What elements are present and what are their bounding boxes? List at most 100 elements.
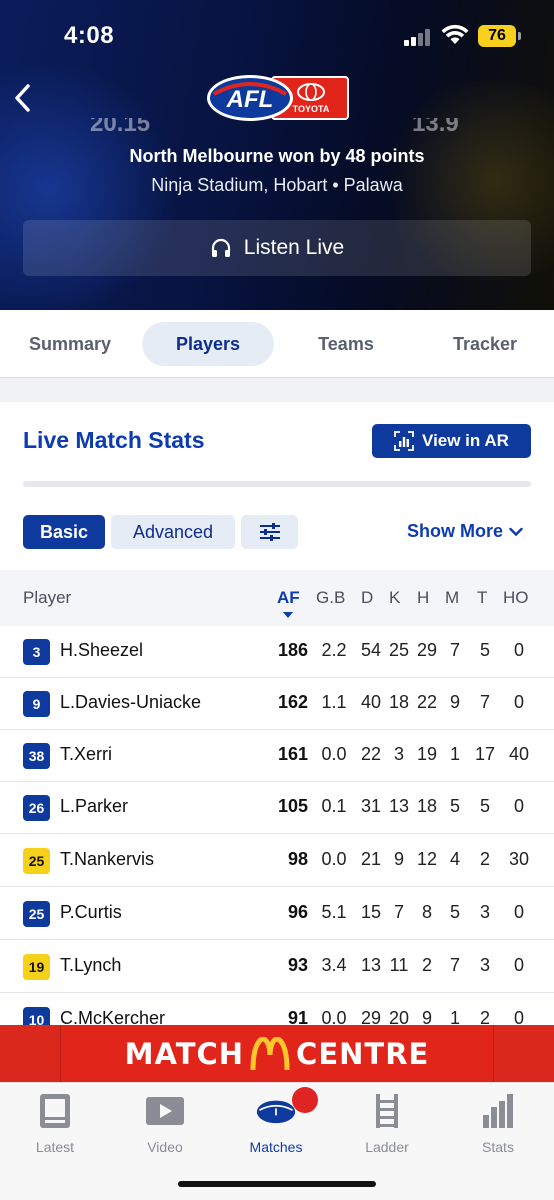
m-value: 9 bbox=[449, 692, 460, 712]
k-value: 7 bbox=[393, 902, 404, 922]
k-value: 18 bbox=[388, 692, 410, 712]
table-row[interactable]: 3 H.Sheezel 186 2.2 54 25 29 7 5 0 bbox=[0, 626, 554, 678]
af-value: 93 bbox=[287, 955, 308, 975]
battery-indicator: 76 bbox=[478, 25, 516, 47]
d-value: 54 bbox=[360, 640, 382, 660]
af-value: 105 bbox=[277, 796, 308, 816]
home-indicator[interactable] bbox=[178, 1181, 376, 1187]
player-number-badge: 26 bbox=[23, 795, 50, 821]
nav-ladder[interactable]: Ladder bbox=[332, 1091, 442, 1155]
sliders-icon bbox=[259, 523, 280, 541]
nav-video[interactable]: Video bbox=[110, 1091, 220, 1155]
m-value: 7 bbox=[449, 955, 460, 975]
basic-stats-toggle[interactable]: Basic bbox=[23, 515, 105, 549]
view-in-ar-button[interactable]: View in AR bbox=[372, 424, 531, 458]
gb-value: 0.1 bbox=[321, 796, 347, 816]
d-value: 31 bbox=[360, 796, 382, 816]
ho-value: 0 bbox=[513, 902, 524, 922]
match-centre-banner[interactable]: MATCH CENTRE bbox=[0, 1025, 554, 1082]
back-arrow-icon[interactable] bbox=[8, 80, 38, 116]
t-value: 7 bbox=[479, 692, 490, 712]
m-value: 4 bbox=[449, 849, 460, 869]
af-value: 98 bbox=[287, 849, 308, 869]
bar-chart-icon bbox=[478, 1091, 518, 1131]
h-value: 8 bbox=[421, 902, 432, 922]
afl-toyota-logo: TOYOTA AFL bbox=[207, 75, 349, 121]
k-value: 9 bbox=[393, 849, 404, 869]
banner-centre-text: CENTRE bbox=[296, 1036, 430, 1071]
live-match-stats-title: Live Match Stats bbox=[23, 427, 205, 453]
ho-value: 40 bbox=[508, 744, 530, 764]
k-value: 3 bbox=[393, 744, 404, 764]
home-score: 20.15 bbox=[90, 118, 151, 137]
section-spacer bbox=[0, 378, 554, 402]
tab-teams[interactable]: Teams bbox=[288, 322, 404, 366]
match-result: North Melbourne won by 48 points bbox=[129, 146, 425, 166]
nav-stats[interactable]: Stats bbox=[443, 1091, 553, 1155]
tab-summary[interactable]: Summary bbox=[12, 322, 128, 366]
m-value: 7 bbox=[449, 640, 460, 660]
away-score: 13.9 bbox=[412, 118, 459, 137]
player-name[interactable]: T.Nankervis bbox=[60, 849, 154, 870]
m-value: 5 bbox=[449, 796, 460, 816]
status-time: 4:08 bbox=[64, 22, 115, 49]
match-centre-screen: 4:08 76 TOYOTA AFL 20.15 13.9 North Melb… bbox=[0, 0, 554, 1200]
table-row[interactable]: 9 L.Davies-Uniacke 162 1.1 40 18 22 9 7 … bbox=[0, 678, 554, 730]
battery-tip bbox=[518, 32, 521, 40]
player-name[interactable]: L.Parker bbox=[60, 796, 128, 817]
h-value: 22 bbox=[416, 692, 438, 712]
gb-value: 2.2 bbox=[321, 640, 347, 660]
document-icon bbox=[35, 1091, 75, 1131]
col-d[interactable]: D bbox=[361, 588, 373, 608]
ladder-icon bbox=[367, 1091, 407, 1131]
table-row[interactable]: 25 T.Nankervis 98 0.0 21 9 12 4 2 30 bbox=[0, 835, 554, 887]
tab-tracker[interactable]: Tracker bbox=[426, 322, 544, 366]
col-af[interactable]: AF bbox=[277, 588, 300, 608]
tab-players[interactable]: Players bbox=[142, 322, 274, 366]
match-tabs: Summary Players Teams Tracker bbox=[0, 310, 554, 378]
advanced-stats-toggle[interactable]: Advanced bbox=[111, 515, 235, 549]
col-player[interactable]: Player bbox=[23, 588, 71, 608]
player-name[interactable]: H.Sheezel bbox=[60, 640, 143, 661]
t-value: 3 bbox=[479, 955, 490, 975]
col-k[interactable]: K bbox=[389, 588, 400, 608]
af-value: 162 bbox=[277, 692, 308, 712]
listen-live-button[interactable]: Listen Live bbox=[23, 220, 531, 276]
af-value: 186 bbox=[277, 640, 308, 660]
k-value: 25 bbox=[388, 640, 410, 660]
match-header: 4:08 76 TOYOTA AFL 20.15 13.9 North Melb… bbox=[0, 0, 554, 310]
ho-value: 0 bbox=[513, 692, 524, 712]
af-value: 161 bbox=[277, 744, 308, 764]
golden-arches-icon bbox=[250, 1036, 290, 1070]
col-ho[interactable]: HO bbox=[503, 588, 529, 608]
table-row[interactable]: 25 P.Curtis 96 5.1 15 7 8 5 3 0 bbox=[0, 888, 554, 940]
d-value: 13 bbox=[360, 955, 382, 975]
svg-text:TOYOTA: TOYOTA bbox=[293, 104, 330, 114]
player-name[interactable]: L.Davies-Uniacke bbox=[60, 692, 201, 713]
player-name[interactable]: T.Xerri bbox=[60, 744, 112, 765]
notification-dot bbox=[292, 1087, 318, 1113]
nav-latest[interactable]: Latest bbox=[0, 1091, 110, 1155]
banner-text: MATCH CENTRE bbox=[0, 1025, 554, 1082]
table-row[interactable]: 19 T.Lynch 93 3.4 13 11 2 7 3 0 bbox=[0, 941, 554, 993]
table-row[interactable]: 38 T.Xerri 161 0.0 22 3 19 1 17 40 bbox=[0, 730, 554, 782]
t-value: 2 bbox=[479, 849, 490, 869]
col-gb[interactable]: G.B bbox=[316, 588, 345, 608]
col-t[interactable]: T bbox=[477, 588, 487, 608]
col-h[interactable]: H bbox=[417, 588, 429, 608]
player-number-badge: 38 bbox=[23, 743, 50, 769]
af-value: 96 bbox=[287, 902, 308, 922]
ho-value: 0 bbox=[513, 796, 524, 816]
match-venue: Ninja Stadium, Hobart • Palawa bbox=[151, 175, 403, 195]
chevron-down-icon bbox=[509, 527, 523, 536]
h-value: 29 bbox=[416, 640, 438, 660]
table-row[interactable]: 26 L.Parker 105 0.1 31 13 18 5 5 0 bbox=[0, 782, 554, 834]
nav-video-label: Video bbox=[147, 1139, 183, 1155]
play-icon bbox=[145, 1091, 185, 1131]
player-name[interactable]: P.Curtis bbox=[60, 902, 122, 923]
filter-button[interactable] bbox=[241, 515, 298, 549]
player-name[interactable]: T.Lynch bbox=[60, 955, 121, 976]
view-in-ar-label: View in AR bbox=[422, 431, 509, 450]
col-m[interactable]: M bbox=[445, 588, 459, 608]
show-more-button[interactable]: Show More bbox=[407, 521, 523, 542]
